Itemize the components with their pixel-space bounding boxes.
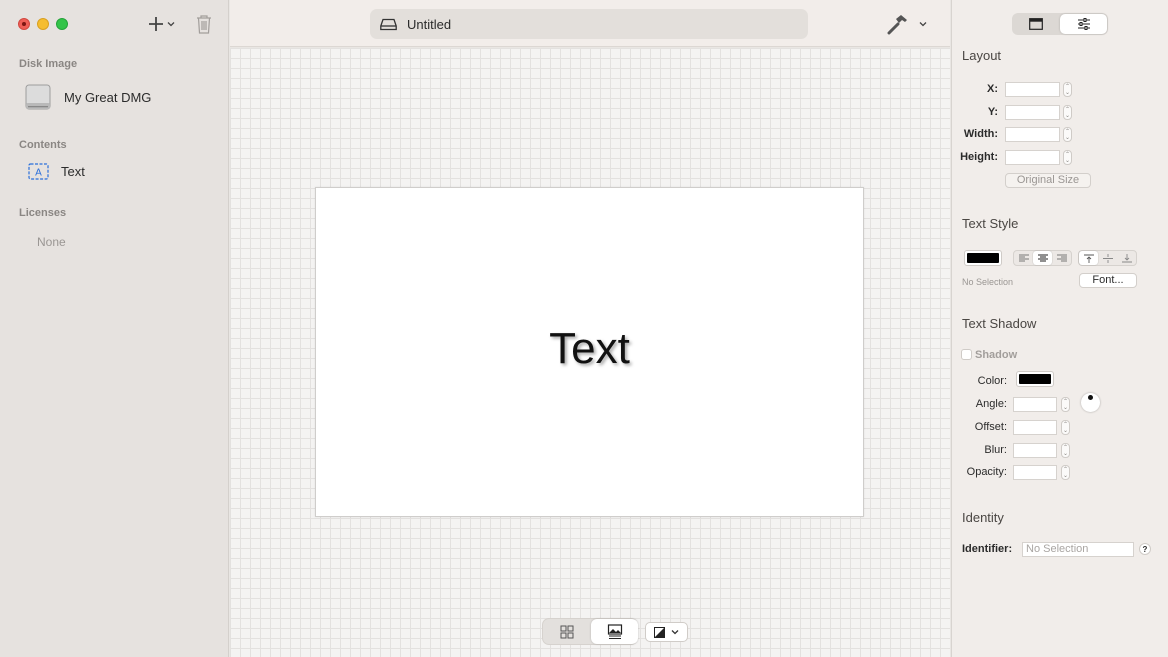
align-bottom-button[interactable]	[1117, 251, 1136, 265]
shadow-color-well[interactable]	[1016, 371, 1054, 387]
view-mode-segmented-control	[542, 618, 638, 645]
width-field[interactable]	[1005, 127, 1060, 142]
artboard-text-element[interactable]: Text	[316, 324, 863, 374]
text-color-well[interactable]	[964, 250, 1002, 266]
height-stepper[interactable]: ⌃ ⌄	[1063, 150, 1072, 165]
shadow-angle-stepper[interactable]: ⌃ ⌄	[1061, 397, 1070, 412]
image-canvas-icon	[607, 623, 622, 639]
x-stepper[interactable]: ⌃ ⌄	[1063, 82, 1072, 97]
hammer-icon	[887, 15, 907, 35]
width-stepper[interactable]: ⌃ ⌄	[1063, 127, 1072, 142]
minimize-window-button[interactable]	[37, 18, 49, 30]
chevron-down-icon	[671, 630, 679, 635]
sidebar: Disk Image My Great DMG Contents A Text …	[0, 0, 229, 657]
disk-image-name: My Great DMG	[64, 89, 152, 105]
shadow-angle-dial[interactable]	[1081, 393, 1100, 412]
vertical-alignment-control	[1078, 250, 1137, 266]
licenses-header: Licenses	[19, 207, 67, 219]
plus-icon	[149, 17, 163, 31]
toolbar: Untitled	[230, 0, 950, 47]
align-left-button[interactable]	[1014, 251, 1033, 265]
width-label: Width:	[963, 128, 998, 140]
shadow-offset-label: Offset:	[974, 421, 1007, 433]
align-middle-button[interactable]	[1098, 251, 1117, 265]
align-bottom-icon	[1121, 253, 1132, 262]
grid-view-button[interactable]	[543, 619, 590, 644]
font-button[interactable]: Font...	[1079, 273, 1137, 288]
grid-icon	[560, 625, 573, 638]
zoom-window-button[interactable]	[56, 18, 68, 30]
inspector-tab-control	[1012, 13, 1108, 35]
align-right-icon	[1056, 254, 1067, 262]
licenses-empty-label: None	[37, 235, 66, 249]
shadow-angle-label: Angle:	[975, 398, 1007, 410]
identifier-field[interactable]: No Selection	[1022, 542, 1134, 557]
shadow-checkbox[interactable]	[961, 349, 972, 360]
chevron-down-icon	[167, 22, 175, 27]
layout-section-title: Layout	[962, 48, 1002, 63]
text-style-selection-note: No Selection	[962, 277, 1014, 287]
shadow-angle-field[interactable]	[1013, 397, 1057, 412]
appearance-menu-button[interactable]	[645, 622, 688, 642]
drive-icon	[380, 18, 397, 30]
tab-window[interactable]	[1012, 13, 1060, 35]
shadow-blur-label: Blur:	[984, 444, 1007, 456]
inspector-panel: Layout X: ⌃ ⌄ Y: ⌃ ⌄ Width: ⌃ ⌄ Height: ⌃ ⌄ …	[951, 0, 1168, 657]
close-window-button[interactable]	[18, 18, 30, 30]
align-center-button[interactable]	[1033, 251, 1052, 265]
align-center-icon	[1037, 254, 1048, 262]
shadow-opacity-stepper[interactable]: ⌃ ⌄	[1061, 465, 1070, 480]
chevron-down-icon	[919, 22, 927, 27]
x-label: X:	[987, 83, 998, 95]
text-alignment-control	[1013, 250, 1072, 266]
artboard[interactable]: Text	[315, 187, 864, 517]
align-right-button[interactable]	[1052, 251, 1071, 265]
help-button[interactable]: ?	[1139, 543, 1151, 555]
build-button[interactable]	[887, 11, 937, 37]
text-style-section-title: Text Style	[962, 216, 1019, 231]
design-canvas[interactable]: Text	[230, 48, 950, 657]
identifier-label: Identifier:	[962, 543, 1013, 555]
y-stepper[interactable]: ⌃ ⌄	[1063, 105, 1072, 120]
align-left-icon	[1018, 254, 1029, 262]
shadow-offset-field[interactable]	[1013, 420, 1057, 435]
disk-image-header: Disk Image	[19, 58, 78, 70]
contrast-icon	[654, 626, 665, 638]
tab-inspector[interactable]	[1060, 14, 1107, 34]
shadow-color-label: Color:	[977, 375, 1007, 387]
align-middle-icon	[1102, 253, 1113, 263]
delete-item-button[interactable]	[195, 13, 213, 35]
sidebar-item-text[interactable]: A Text	[28, 163, 85, 180]
shadow-opacity-field[interactable]	[1013, 465, 1057, 480]
shadow-offset-stepper[interactable]: ⌃ ⌄	[1061, 420, 1070, 435]
identity-section-title: Identity	[962, 510, 1004, 525]
x-field[interactable]	[1005, 82, 1060, 97]
height-field[interactable]	[1005, 150, 1060, 165]
y-field[interactable]	[1005, 105, 1060, 120]
trash-icon	[197, 15, 211, 34]
add-item-button[interactable]	[148, 12, 180, 36]
original-size-button[interactable]: Original Size	[1005, 173, 1091, 188]
align-top-button[interactable]	[1079, 251, 1098, 265]
canvas-view-button[interactable]	[591, 619, 638, 644]
sidebar-item-disk-image[interactable]: My Great DMG	[24, 83, 151, 111]
text-box-icon: A	[28, 163, 49, 180]
sidebar-item-label: Text	[61, 164, 85, 179]
disk-drive-icon	[25, 84, 51, 110]
svg-text:A: A	[35, 168, 42, 179]
height-label: Height:	[960, 151, 998, 163]
contents-header: Contents	[19, 139, 67, 151]
text-shadow-section-title: Text Shadow	[962, 316, 1037, 331]
window-icon	[1029, 18, 1043, 30]
shadow-checkbox-label: Shadow	[975, 349, 1018, 361]
y-label: Y:	[987, 106, 998, 118]
document-title: Untitled	[407, 16, 452, 32]
document-title-field[interactable]: Untitled	[370, 9, 808, 39]
shadow-opacity-label: Opacity:	[966, 466, 1007, 478]
shadow-blur-stepper[interactable]: ⌃ ⌄	[1061, 443, 1070, 458]
align-top-icon	[1083, 254, 1094, 263]
shadow-blur-field[interactable]	[1013, 443, 1057, 458]
sliders-icon	[1077, 18, 1090, 30]
